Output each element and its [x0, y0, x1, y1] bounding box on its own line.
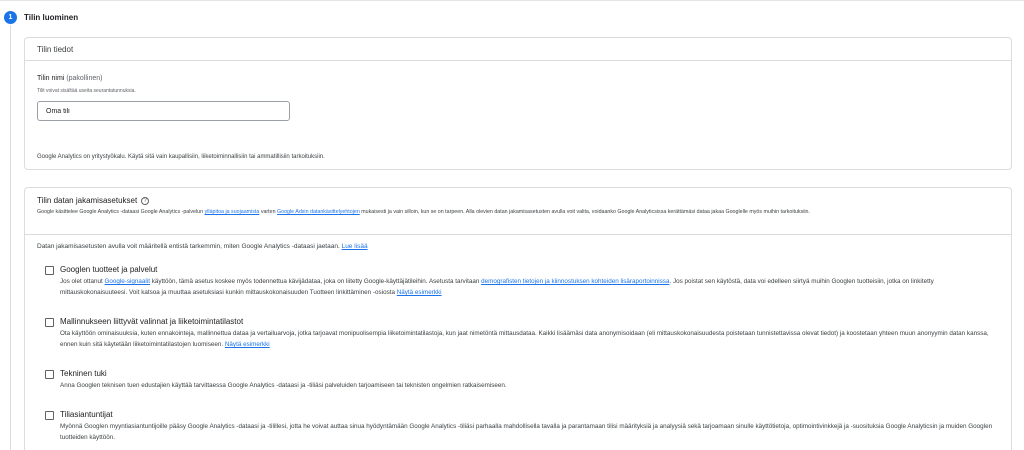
- account-name-label-text: Tilin nimi: [37, 75, 65, 82]
- google-products-checkbox[interactable]: [45, 266, 54, 275]
- opt-desc-text: Jos olet ottanut: [60, 278, 103, 285]
- learn-more-link[interactable]: Lue lisää: [342, 243, 368, 250]
- desc-text-2: varten: [260, 209, 276, 215]
- option-description: Jos olet ottanut Google-signaalit käyttö…: [60, 276, 995, 298]
- data-sharing-description: Google käsittelee Google Analytics -data…: [37, 209, 987, 216]
- data-sharing-intro: Datan jakamisasetusten avulla voit määri…: [37, 243, 368, 250]
- option-title: Tiliasiantuntijat: [60, 410, 113, 419]
- demographics-reporting-link[interactable]: demografisten tietojen ja kiinnostuksen …: [481, 278, 669, 285]
- show-example-link[interactable]: Näytä esimerkki: [397, 289, 442, 296]
- opt-desc-text: käyttöön, tämä asetus koskee myös todenn…: [151, 278, 480, 285]
- required-marker: (pakollinen): [66, 75, 103, 82]
- account-details-header: Tilin tiedot: [25, 38, 1011, 61]
- desc-text-1: Google käsittelee Google Analytics -data…: [37, 209, 204, 215]
- option-title: Mallinnukseen liittyvät valinnat ja liik…: [60, 317, 244, 326]
- account-name-label: Tilin nimi (pakollinen): [37, 75, 103, 82]
- option-technical-support: Tekninen tuki Anna Googlen teknisen tuen…: [45, 369, 995, 391]
- account-name-hint: Tilit voivat sisältää useita seurantatun…: [37, 88, 136, 94]
- account-specialists-checkbox[interactable]: [45, 411, 54, 420]
- help-icon[interactable]: ?: [141, 196, 150, 205]
- option-modeling-insights: Mallinnukseen liittyvät valinnat ja liik…: [45, 317, 995, 350]
- option-title: Tekninen tuki: [60, 369, 107, 378]
- account-name-input[interactable]: [37, 101, 290, 121]
- option-description: Myönnä Googlen myyntiasiantuntijoille pä…: [60, 423, 993, 441]
- option-account-specialists: Tiliasiantuntijat Myönnä Googlen myyntia…: [45, 410, 995, 443]
- option-description: Ota käyttöön ominaisuuksia, kuten ennako…: [60, 328, 995, 350]
- ads-terms-link[interactable]: Google Adsin datankäsittelyehtojen: [277, 209, 360, 215]
- business-use-note: Google Analytics on yritystyökalu. Käytä…: [37, 154, 325, 160]
- data-sharing-card: Tilin datan jakamisasetukset ? Google kä…: [24, 187, 1012, 450]
- maintenance-link[interactable]: ylläpitoa ja suojaamista: [205, 209, 260, 215]
- step-number-badge: 1: [4, 11, 17, 24]
- option-description: Anna Googlen teknisen tuen edustajien kä…: [60, 382, 507, 389]
- google-signals-link[interactable]: Google-signaalit: [104, 278, 150, 285]
- stepper-line: [10, 25, 11, 450]
- data-sharing-title-row: Tilin datan jakamisasetukset ?: [37, 196, 999, 205]
- opt-desc-text: Ota käyttöön ominaisuuksia, kuten ennako…: [60, 330, 989, 348]
- show-example-link[interactable]: Näytä esimerkki: [225, 341, 270, 348]
- intro-text: Datan jakamisasetusten avulla voit määri…: [37, 243, 340, 250]
- option-google-products: Googlen tuotteet ja palvelut Jos olet ot…: [45, 265, 995, 298]
- step-title: Tilin luominen: [24, 13, 79, 22]
- option-title: Googlen tuotteet ja palvelut: [60, 265, 158, 274]
- data-sharing-header: Tilin datan jakamisasetukset ? Google kä…: [25, 188, 1011, 235]
- data-sharing-title: Tilin datan jakamisasetukset: [37, 196, 138, 205]
- account-details-card: Tilin tiedot Tilin nimi (pakollinen) Til…: [24, 37, 1012, 170]
- modeling-insights-checkbox[interactable]: [45, 318, 54, 327]
- desc-text-3: mukaisesti ja vain silloin, kun se on ta…: [361, 209, 810, 215]
- technical-support-checkbox[interactable]: [45, 370, 54, 379]
- top-divider: [0, 0, 1024, 1]
